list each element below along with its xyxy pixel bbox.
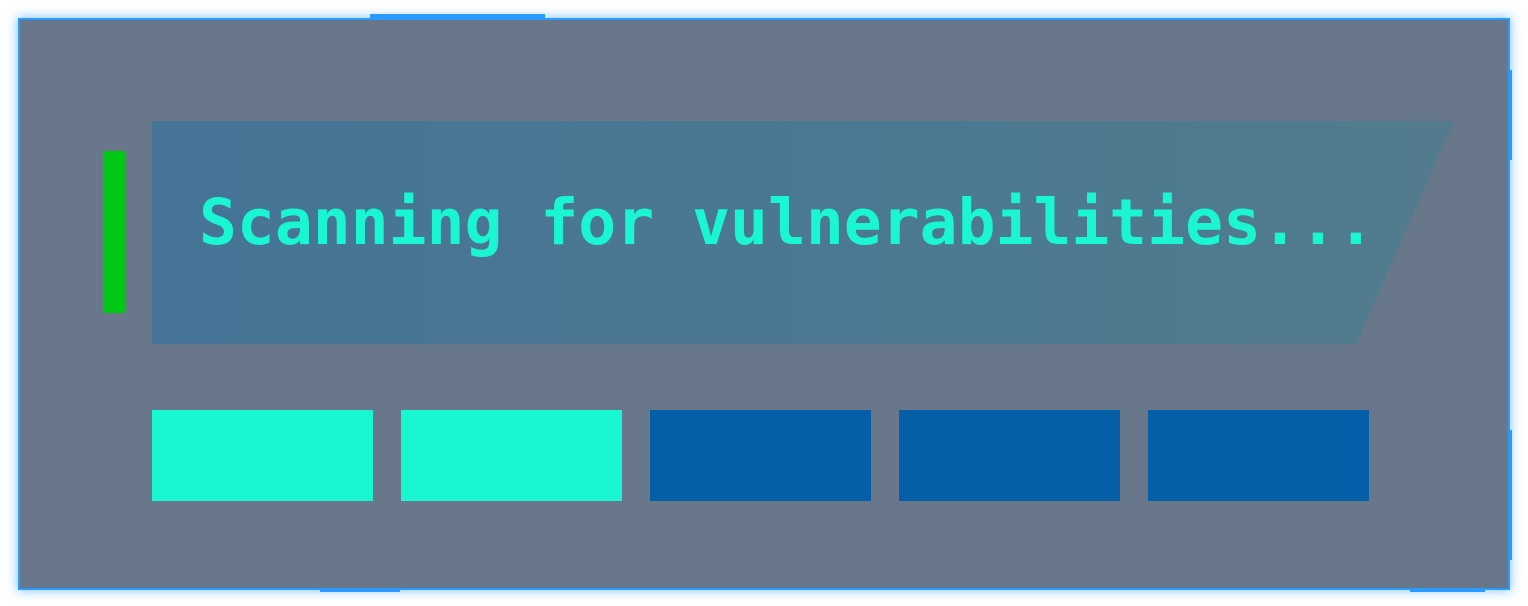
frame-accent-right-bottom bbox=[1508, 430, 1512, 560]
status-indicator bbox=[103, 151, 125, 313]
frame-accent-bottom-right bbox=[1410, 588, 1485, 592]
progress-segment bbox=[899, 410, 1120, 501]
frame-accent-top bbox=[370, 14, 545, 20]
status-banner: Scanning for vulnerabilities... bbox=[152, 121, 1454, 344]
progress-segment bbox=[152, 410, 373, 501]
progress-segment bbox=[650, 410, 871, 501]
frame-accent-right-top bbox=[1508, 70, 1512, 160]
progress-bar bbox=[152, 410, 1369, 501]
progress-segment bbox=[1148, 410, 1369, 501]
progress-segment bbox=[401, 410, 622, 501]
status-text: Scanning for vulnerabilities... bbox=[199, 186, 1375, 259]
frame-accent-bottom bbox=[320, 588, 400, 592]
scanner-panel: Scanning for vulnerabilities... bbox=[20, 14, 1512, 592]
